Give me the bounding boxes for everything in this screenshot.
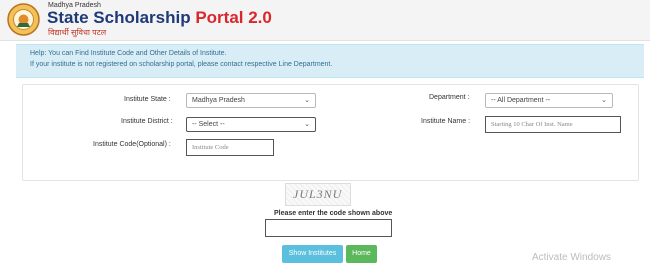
help-text-line1: Help: You can Find Institute Code and Ot… [30,50,227,57]
department-select[interactable]: -- All Department -- ⌄ [485,93,613,108]
chevron-down-icon: ⌄ [304,97,310,104]
captcha-input[interactable] [265,219,392,237]
institute-district-label: Institute District : [121,118,173,125]
institute-district-select[interactable]: -- Select -- ⌄ [186,117,316,132]
portal-title: State Scholarship Portal 2.0 [47,8,272,27]
institute-code-label: Institute Code(Optional) : [93,141,171,148]
institute-name-label: Institute Name : [421,118,471,125]
institute-code-input[interactable]: Institute Code [186,139,274,156]
help-text-line2: If your institute is not registered on s… [30,61,333,68]
show-institutes-button[interactable]: Show Institutes [282,245,343,263]
help-alert: Help: You can Find Institute Code and Ot… [16,44,644,78]
site-header: Madhya Pradesh State Scholarship Portal … [0,0,650,41]
institute-name-input[interactable]: Starting 10 Char Of Inst. Name [485,116,621,133]
captcha-prompt: Please enter the code shown above [274,210,393,217]
activate-windows-watermark: Activate Windows [532,252,611,263]
institute-state-select[interactable]: Madhya Pradesh ⌄ [186,93,316,108]
captcha-image: JUL3NU [285,183,351,206]
department-label: Department : [429,94,470,101]
home-button[interactable]: Home [346,245,377,263]
hindi-tagline: विद्यार्थी सुविधा पटल [48,28,107,37]
mp-emblem-logo [7,3,40,36]
chevron-down-icon: ⌄ [304,121,310,128]
chevron-down-icon: ⌄ [601,97,607,104]
institute-state-label: Institute State : [124,96,171,103]
